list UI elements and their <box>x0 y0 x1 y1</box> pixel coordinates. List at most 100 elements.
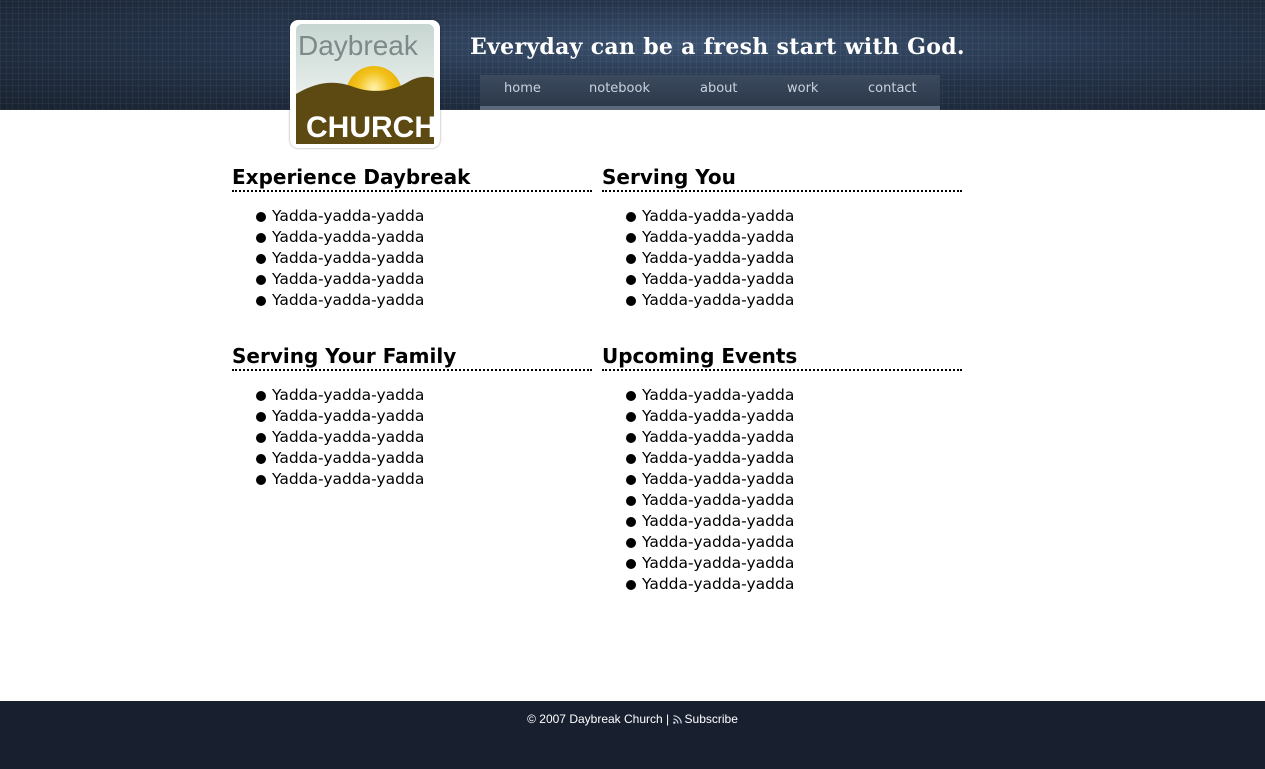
list-item[interactable]: Yadda-yadda-yadda <box>627 290 962 311</box>
list-item-text: Yadda-yadda-yadda <box>642 533 795 551</box>
bullet-icon <box>257 255 265 263</box>
bullet-icon <box>627 434 635 442</box>
list-item-text: Yadda-yadda-yadda <box>642 407 795 425</box>
list-item-text: Yadda-yadda-yadda <box>272 207 425 225</box>
bullet-icon <box>257 234 265 242</box>
list-item[interactable]: Yadda-yadda-yadda <box>627 406 962 427</box>
bullet-icon <box>627 539 635 547</box>
list-item-text: Yadda-yadda-yadda <box>272 270 425 288</box>
section-title: Serving Your Family <box>232 343 592 371</box>
bullet-icon <box>627 413 635 421</box>
nav-work[interactable]: work <box>787 81 818 96</box>
list-item[interactable]: Yadda-yadda-yadda <box>627 269 962 290</box>
nav-home[interactable]: home <box>504 81 541 96</box>
bullet-icon <box>627 276 635 284</box>
section-title: Experience Daybreak <box>232 164 592 192</box>
section-list: Yadda-yadda-yadda Yadda-yadda-yadda Yadd… <box>602 206 962 311</box>
bullet-icon <box>257 276 265 284</box>
list-item[interactable]: Yadda-yadda-yadda <box>257 406 592 427</box>
list-item-text: Yadda-yadda-yadda <box>642 428 795 446</box>
bullet-icon <box>627 518 635 526</box>
list-item[interactable]: Yadda-yadda-yadda <box>627 532 962 553</box>
list-item[interactable]: Yadda-yadda-yadda <box>257 427 592 448</box>
list-item[interactable]: Yadda-yadda-yadda <box>627 448 962 469</box>
section-upcoming-events: Upcoming Events Yadda-yadda-yadda Yadda-… <box>602 343 962 595</box>
section-list: Yadda-yadda-yadda Yadda-yadda-yadda Yadd… <box>232 385 592 490</box>
list-item-text: Yadda-yadda-yadda <box>642 207 795 225</box>
copyright-text: © 2007 Daybreak Church <box>527 712 663 726</box>
bullet-icon <box>257 476 265 484</box>
section-title: Serving You <box>602 164 962 192</box>
nav-contact[interactable]: contact <box>868 81 917 96</box>
bullet-icon <box>627 213 635 221</box>
bullet-icon <box>627 255 635 263</box>
logo[interactable]: Daybreak CHURCH <box>290 20 440 148</box>
list-item[interactable]: Yadda-yadda-yadda <box>627 574 962 595</box>
list-item-text: Yadda-yadda-yadda <box>642 228 795 246</box>
site-footer: © 2007 Daybreak Church | Subscribe <box>0 701 1265 769</box>
list-item[interactable]: Yadda-yadda-yadda <box>627 227 962 248</box>
list-item[interactable]: Yadda-yadda-yadda <box>627 511 962 532</box>
list-item-text: Yadda-yadda-yadda <box>272 249 425 267</box>
tagline: Everyday can be a fresh start with God. <box>470 34 965 60</box>
list-item-text: Yadda-yadda-yadda <box>272 291 425 309</box>
list-item[interactable]: Yadda-yadda-yadda <box>257 269 592 290</box>
list-item-text: Yadda-yadda-yadda <box>272 449 425 467</box>
subscribe-link[interactable]: Subscribe <box>672 712 738 726</box>
list-item-text: Yadda-yadda-yadda <box>642 491 795 509</box>
footer-line: © 2007 Daybreak Church | Subscribe <box>0 712 1265 726</box>
list-item-text: Yadda-yadda-yadda <box>272 407 425 425</box>
section-list: Yadda-yadda-yadda Yadda-yadda-yadda Yadd… <box>602 385 962 595</box>
list-item-text: Yadda-yadda-yadda <box>642 291 795 309</box>
list-item[interactable]: Yadda-yadda-yadda <box>257 290 592 311</box>
list-item[interactable]: Yadda-yadda-yadda <box>257 469 592 490</box>
rss-icon <box>672 715 682 724</box>
list-item[interactable]: Yadda-yadda-yadda <box>257 448 592 469</box>
list-item-text: Yadda-yadda-yadda <box>272 386 425 404</box>
bullet-icon <box>257 434 265 442</box>
bullet-icon <box>257 413 265 421</box>
list-item-text: Yadda-yadda-yadda <box>272 228 425 246</box>
list-item-text: Yadda-yadda-yadda <box>642 449 795 467</box>
bullet-icon <box>257 213 265 221</box>
list-item[interactable]: Yadda-yadda-yadda <box>257 206 592 227</box>
bullet-icon <box>627 455 635 463</box>
logo-text-top: Daybreak <box>298 30 419 61</box>
subscribe-label: Subscribe <box>684 712 738 726</box>
list-item[interactable]: Yadda-yadda-yadda <box>257 385 592 406</box>
list-item-text: Yadda-yadda-yadda <box>272 428 425 446</box>
list-item[interactable]: Yadda-yadda-yadda <box>627 248 962 269</box>
bullet-icon <box>257 455 265 463</box>
bullet-icon <box>257 392 265 400</box>
bullet-icon <box>627 476 635 484</box>
list-item[interactable]: Yadda-yadda-yadda <box>627 206 962 227</box>
list-item-text: Yadda-yadda-yadda <box>642 270 795 288</box>
nav-about[interactable]: about <box>700 81 738 96</box>
bullet-icon <box>627 297 635 305</box>
list-item[interactable]: Yadda-yadda-yadda <box>627 385 962 406</box>
bullet-icon <box>627 392 635 400</box>
list-item[interactable]: Yadda-yadda-yadda <box>627 490 962 511</box>
main-nav: home notebook about work contact <box>480 75 940 110</box>
bullet-icon <box>627 581 635 589</box>
logo-text-bottom: CHURCH <box>306 111 434 144</box>
list-item-text: Yadda-yadda-yadda <box>642 249 795 267</box>
list-item[interactable]: Yadda-yadda-yadda <box>257 227 592 248</box>
list-item-text: Yadda-yadda-yadda <box>272 470 425 488</box>
list-item[interactable]: Yadda-yadda-yadda <box>627 427 962 448</box>
list-item-text: Yadda-yadda-yadda <box>642 386 795 404</box>
site-header: Daybreak CHURCH Everyday can be a fresh … <box>0 0 1265 148</box>
list-item[interactable]: Yadda-yadda-yadda <box>627 469 962 490</box>
bullet-icon <box>627 234 635 242</box>
list-item-text: Yadda-yadda-yadda <box>642 575 795 593</box>
bullet-icon <box>627 560 635 568</box>
nav-notebook[interactable]: notebook <box>589 81 650 96</box>
section-experience-daybreak: Experience Daybreak Yadda-yadda-yadda Ya… <box>232 164 592 311</box>
section-serving-you: Serving You Yadda-yadda-yadda Yadda-yadd… <box>602 164 962 311</box>
list-item-text: Yadda-yadda-yadda <box>642 470 795 488</box>
list-item[interactable]: Yadda-yadda-yadda <box>257 248 592 269</box>
list-item-text: Yadda-yadda-yadda <box>642 554 795 572</box>
section-serving-your-family: Serving Your Family Yadda-yadda-yadda Ya… <box>232 343 592 490</box>
list-item[interactable]: Yadda-yadda-yadda <box>627 553 962 574</box>
bullet-icon <box>257 297 265 305</box>
